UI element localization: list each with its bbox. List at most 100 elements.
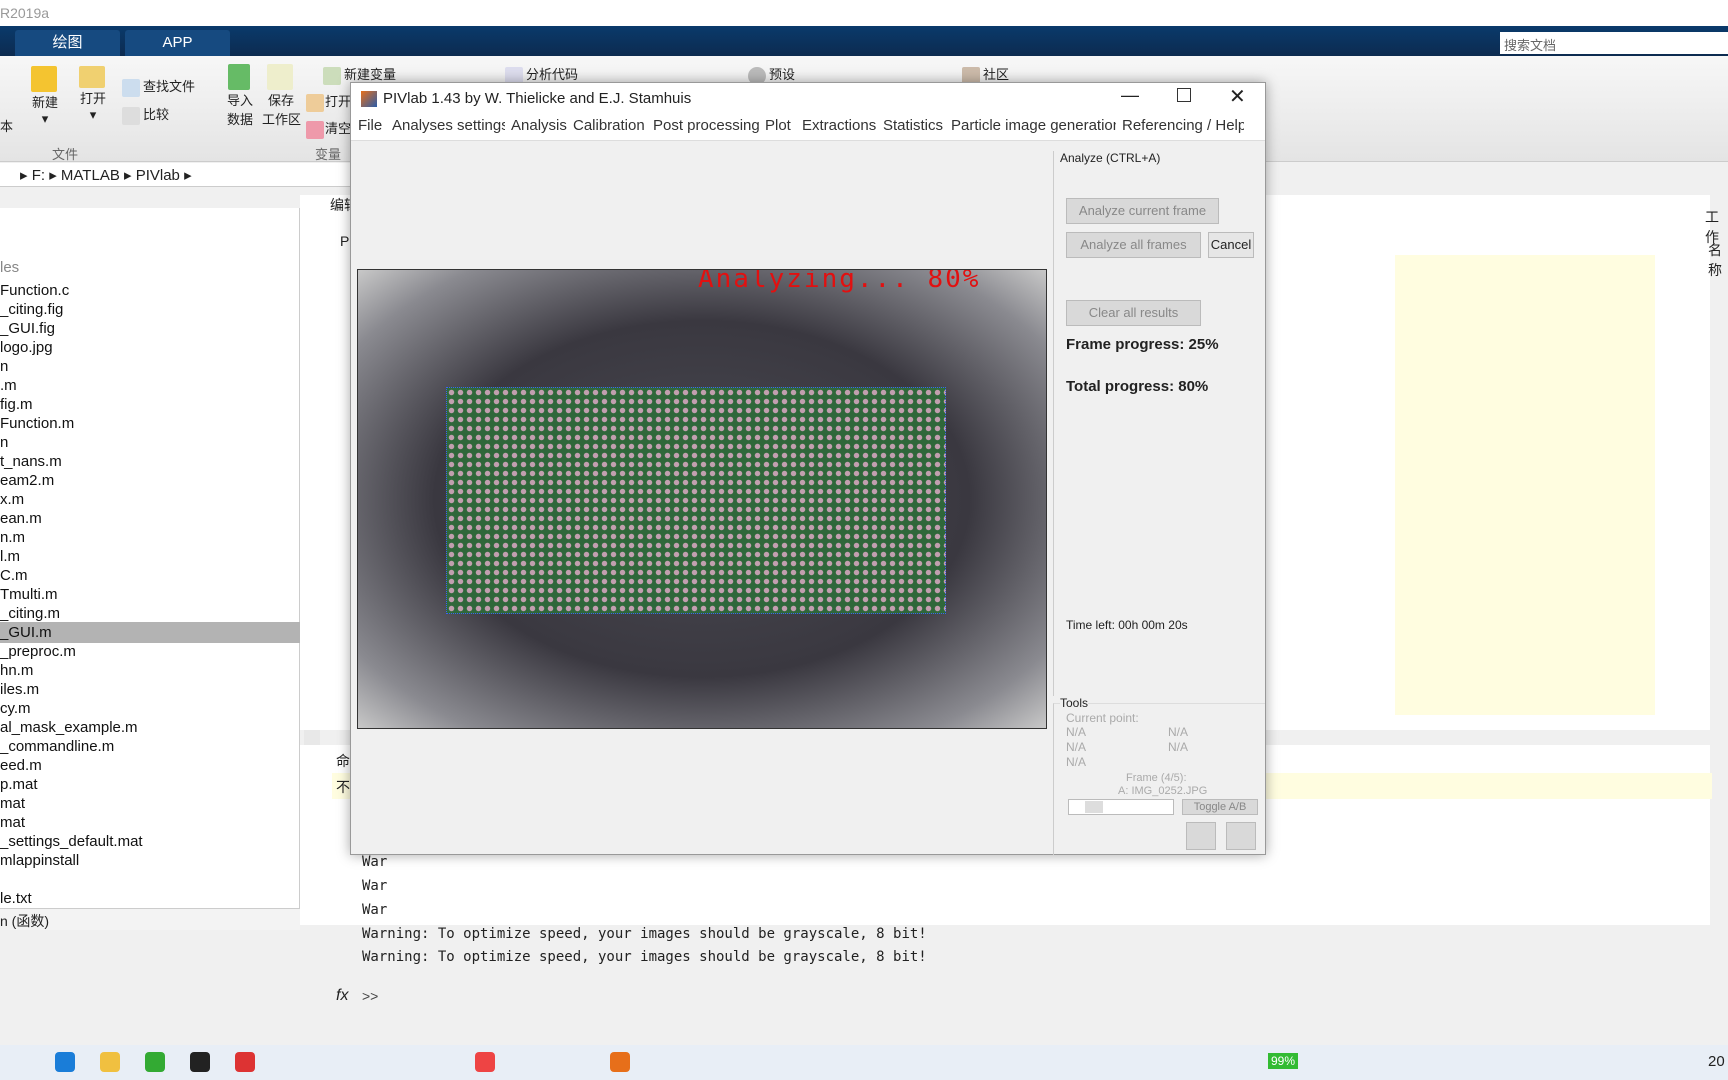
file-item[interactable]: x.m [0, 489, 302, 510]
menu-plot[interactable]: Plot [765, 117, 791, 134]
command-output-line: War [362, 878, 388, 895]
frame-progress: Frame progress: 25% [1066, 336, 1219, 353]
piv-image-display[interactable]: Analyzing... 80% [357, 269, 1047, 729]
file-item[interactable]: ean.m [0, 508, 302, 529]
command-prompt[interactable]: >> [362, 988, 378, 1004]
column-header: les [0, 259, 20, 276]
file-item[interactable]: t_nans.m [0, 451, 302, 472]
import-icon [227, 64, 250, 90]
label: 新建 [31, 95, 58, 110]
analyze-current-frame-button[interactable]: Analyze current frame [1066, 198, 1219, 224]
app-icon[interactable] [235, 1052, 255, 1072]
variable-icon [323, 66, 341, 85]
code-area[interactable] [1395, 255, 1655, 715]
import-data-button[interactable]: 导入 数据 [225, 64, 255, 128]
matlab-icon[interactable] [610, 1052, 630, 1072]
search-docs-input[interactable]: 搜索文档 [1500, 32, 1728, 54]
menu-analyses-settings[interactable]: Analyses settings [392, 117, 505, 134]
tab-apps[interactable]: APP [125, 30, 230, 56]
file-item[interactable]: fig.m [0, 394, 302, 415]
window-title: R2019a [0, 5, 50, 21]
minimize-icon[interactable]: — [1121, 85, 1139, 106]
file-item[interactable]: Tmulti.m [0, 584, 302, 605]
menu-file[interactable]: File [358, 117, 382, 134]
file-item[interactable]: _settings_default.mat [0, 831, 302, 852]
file-item[interactable]: n [0, 432, 302, 453]
edge-icon[interactable] [55, 1052, 75, 1072]
clear-all-results-button[interactable]: Clear all results [1066, 300, 1201, 326]
maximize-icon[interactable] [1177, 88, 1191, 102]
compare-button[interactable]: 比较 [122, 104, 169, 125]
file-item[interactable]: _citing.m [0, 603, 302, 624]
menu-calibration[interactable]: Calibration [573, 117, 645, 134]
file-item[interactable]: mlappinstall [0, 850, 302, 871]
tools-panel: Tools Current point: N/A N/A N/A N/A N/A… [1053, 696, 1265, 855]
file-item[interactable]: l.m [0, 546, 302, 567]
file-item[interactable]: iles.m [0, 679, 302, 700]
file-item[interactable]: hn.m [0, 660, 302, 681]
file-item[interactable]: _GUI.fig [0, 318, 302, 339]
command-output-line: Warning: To optimize speed, your images … [362, 949, 927, 966]
label: 打开 [79, 91, 106, 106]
menu-extractions[interactable]: Extractions [802, 117, 876, 134]
file-item[interactable]: n.m [0, 527, 302, 548]
pan-button[interactable] [1226, 822, 1256, 850]
file-item[interactable] [0, 869, 302, 890]
file-item[interactable]: _preproc.m [0, 641, 302, 662]
command-output-line: War [362, 901, 388, 918]
explorer-icon[interactable] [100, 1052, 120, 1072]
menu-analysis[interactable]: Analysis [511, 117, 567, 134]
clock[interactable]: 20 [1708, 1053, 1725, 1070]
crumb[interactable]: PIVlab [136, 167, 180, 184]
frame-slider[interactable] [1068, 799, 1174, 815]
folder-icon [78, 66, 105, 88]
save-workspace-button[interactable]: 保存 工作区 [262, 64, 301, 128]
file-item[interactable]: p.mat [0, 774, 302, 795]
battery-indicator[interactable]: 99% [1268, 1053, 1299, 1069]
qq-icon[interactable] [190, 1052, 210, 1072]
wechat-icon[interactable] [145, 1052, 165, 1072]
file-item[interactable]: mat [0, 793, 302, 814]
file-item[interactable]: C.m [0, 565, 302, 586]
file-item[interactable]: Function.c [0, 280, 302, 301]
tab-plots[interactable]: 绘图 [15, 30, 120, 56]
chrome-icon[interactable] [475, 1052, 495, 1072]
file-item[interactable]: _commandline.m [0, 736, 302, 757]
file-item[interactable]: logo.jpg [0, 337, 302, 358]
file-item[interactable]: n [0, 356, 302, 377]
fx-icon: fx [336, 987, 349, 1004]
file-item[interactable]: eam2.m [0, 470, 302, 491]
file-item[interactable]: cy.m [0, 698, 302, 719]
menu-statistics[interactable]: Statistics [883, 117, 943, 134]
value-na: N/A [1168, 725, 1189, 739]
toggle-ab-button[interactable]: Toggle A/B [1182, 799, 1258, 815]
file-item[interactable]: _GUI.m [0, 622, 302, 643]
crumb[interactable]: F: [32, 167, 45, 184]
file-item[interactable]: Function.m [0, 413, 302, 434]
file-item[interactable]: _citing.fig [0, 299, 302, 320]
crumb[interactable]: MATLAB [61, 167, 120, 184]
vector-grid-overlay [446, 387, 946, 614]
file-item[interactable]: al_mask_example.m [0, 717, 302, 738]
menu-particle-image-generation[interactable]: Particle image generation [951, 117, 1116, 134]
menu-post-processing[interactable]: Post processing [653, 117, 760, 134]
label: 查找文件 [143, 79, 196, 94]
file-item[interactable]: le.txt [0, 888, 302, 909]
menu-referencing-help[interactable]: Referencing / Help [1122, 117, 1244, 134]
time-left: Time left: 00h 00m 20s [1066, 618, 1188, 632]
cancel-button[interactable]: Cancel [1208, 232, 1254, 258]
analyze-all-frames-button[interactable]: Analyze all frames [1066, 232, 1201, 258]
zoom-button[interactable] [1186, 822, 1216, 850]
open-button[interactable]: 打开 ▾ [78, 66, 108, 123]
new-button[interactable]: 新建 ▾ [30, 66, 60, 127]
label: 预设 [769, 67, 796, 82]
value-na: N/A [1066, 740, 1087, 754]
file-item[interactable]: mat [0, 812, 302, 833]
file-item[interactable]: eed.m [0, 755, 302, 776]
slider-thumb[interactable] [1085, 801, 1103, 813]
current-folder-panel: les Function.c _citing.fig _GUI.fig logo.jp… [0, 208, 320, 930]
breadcrumb[interactable]: ▸ F: ▸ MATLAB ▸ PIVlab ▸ [0, 163, 390, 187]
file-item[interactable]: .m [0, 375, 302, 396]
close-icon[interactable]: ✕ [1229, 84, 1246, 109]
find-files-button[interactable]: 查找文件 [122, 76, 195, 97]
